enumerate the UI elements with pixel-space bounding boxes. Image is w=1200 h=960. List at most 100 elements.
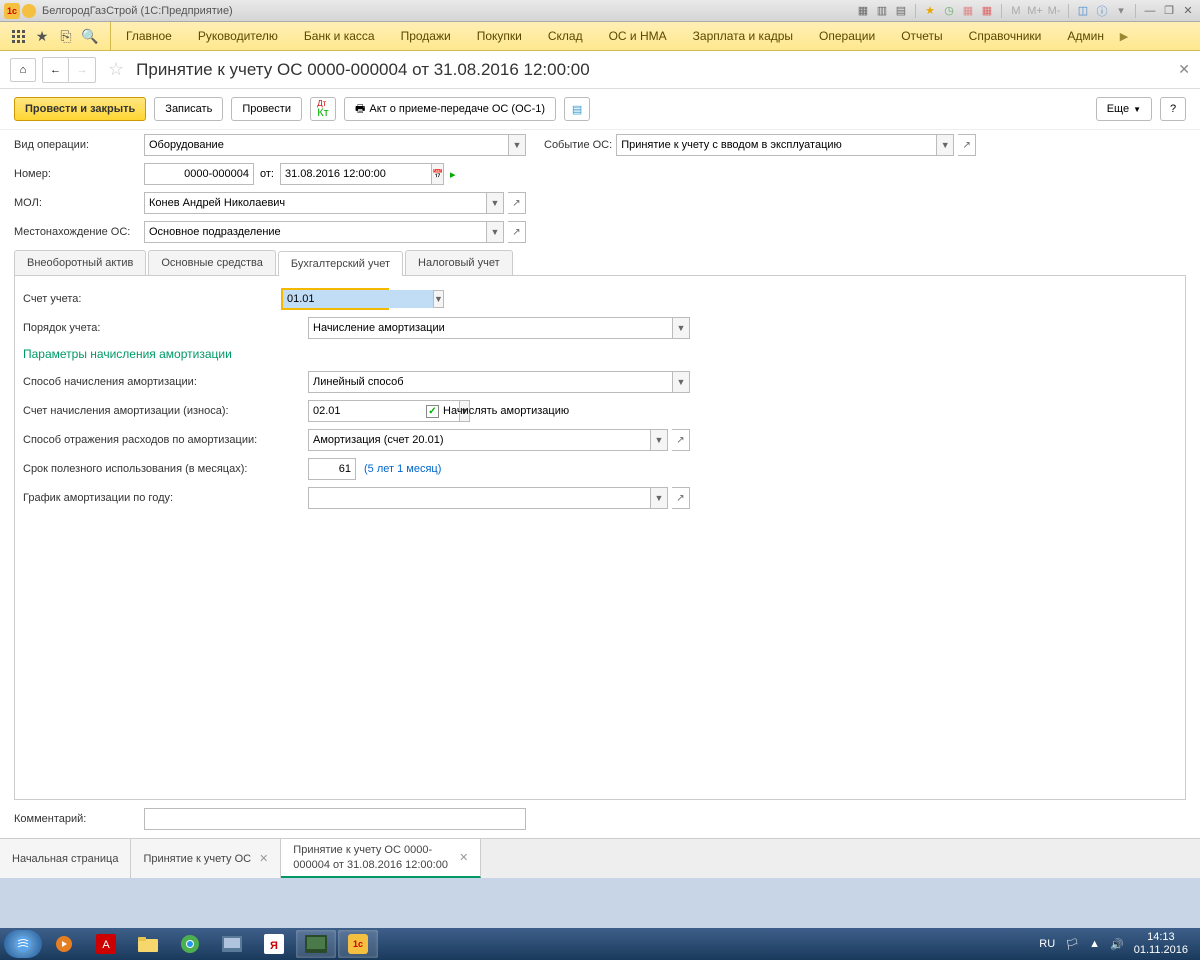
mem-mminus[interactable]: M- xyxy=(1046,3,1062,19)
taskbar-1c[interactable]: 1c xyxy=(338,930,378,958)
star-icon[interactable]: ★ xyxy=(30,24,54,48)
start-button[interactable] xyxy=(4,930,42,958)
order-field[interactable]: ▼ xyxy=(308,317,690,339)
tab-os[interactable]: Основные средства xyxy=(148,250,276,275)
taskbar-app1[interactable] xyxy=(212,930,252,958)
mem-mplus[interactable]: M+ xyxy=(1027,3,1043,19)
date-input[interactable] xyxy=(280,163,431,185)
refl-input[interactable] xyxy=(308,429,650,451)
op-type-input[interactable] xyxy=(144,134,508,156)
minimize-icon[interactable]: — xyxy=(1142,3,1158,19)
mol-dd-icon[interactable]: ▼ xyxy=(486,192,504,214)
comment-input[interactable] xyxy=(144,808,526,830)
tab-asset[interactable]: Внеоборотный актив xyxy=(14,250,146,275)
act-button[interactable]: 🖶Акт о приеме-передаче ОС (ОС-1) xyxy=(344,97,556,121)
method-dd-icon[interactable]: ▼ xyxy=(672,371,690,393)
useful-input[interactable] xyxy=(308,458,356,480)
event-field[interactable]: ▼ ↗ xyxy=(616,134,976,156)
date-field[interactable]: 📅 xyxy=(280,163,440,185)
info-icon[interactable]: ⓘ xyxy=(1094,3,1110,19)
event-open-icon[interactable]: ↗ xyxy=(958,134,976,156)
menu-catalogs[interactable]: Справочники xyxy=(956,22,1055,50)
refl-dd-icon[interactable]: ▼ xyxy=(650,429,668,451)
search-icon[interactable]: 🔍 xyxy=(78,24,102,48)
taskbar-app2[interactable] xyxy=(296,930,336,958)
account-dd-icon[interactable]: ▼ xyxy=(433,290,444,308)
menu-operations[interactable]: Операции xyxy=(806,22,888,50)
menu-purchases[interactable]: Покупки xyxy=(464,22,535,50)
sched-open-icon[interactable]: ↗ xyxy=(672,487,690,509)
mol-open-icon[interactable]: ↗ xyxy=(508,192,526,214)
menu-scroll-right-icon[interactable]: ▶ xyxy=(1117,30,1131,43)
event-dd-icon[interactable]: ▼ xyxy=(936,134,954,156)
mem-m[interactable]: M xyxy=(1008,3,1024,19)
apps-icon[interactable] xyxy=(6,24,30,48)
btab-close-icon[interactable]: ✕ xyxy=(459,851,468,864)
taskbar-chrome[interactable] xyxy=(170,930,210,958)
taskbar-explorer[interactable] xyxy=(128,930,168,958)
num-input[interactable] xyxy=(144,163,254,185)
favorite-icon[interactable]: ★ xyxy=(922,3,938,19)
dt-kt-button[interactable]: ДтКт xyxy=(310,97,336,121)
btab-doc1[interactable]: Принятие к учету ОС✕ xyxy=(131,839,281,878)
menu-bank[interactable]: Банк и касса xyxy=(291,22,388,50)
btab-close-icon[interactable]: ✕ xyxy=(259,852,268,865)
btab-doc2[interactable]: Принятие к учету ОС 0000-000004 от 31.08… xyxy=(281,839,481,878)
method-input[interactable] xyxy=(308,371,672,393)
mol-field[interactable]: ▼ ↗ xyxy=(144,192,526,214)
home-button[interactable]: ⌂ xyxy=(10,58,36,82)
btab-start[interactable]: Начальная страница xyxy=(0,839,131,878)
history-icon[interactable]: ◷ xyxy=(941,3,957,19)
loc-open-icon[interactable]: ↗ xyxy=(508,221,526,243)
op-type-field[interactable]: ▼ xyxy=(144,134,526,156)
depr-checkbox[interactable]: ✓ Начислять амортизацию xyxy=(426,405,569,418)
tray-clock[interactable]: 14:13 01.11.2016 xyxy=(1134,931,1188,957)
save-button[interactable]: Записать xyxy=(154,97,223,121)
account-input[interactable] xyxy=(283,290,433,308)
favorite-toggle-icon[interactable]: ☆ xyxy=(108,59,124,80)
menu-supervisor[interactable]: Руководителю xyxy=(185,22,291,50)
tray-flag-icon[interactable]: 🏳 xyxy=(1065,938,1079,951)
refl-field[interactable]: ▼ ↗ xyxy=(308,429,690,451)
loc-field[interactable]: ▼ ↗ xyxy=(144,221,526,243)
tray-chevron-icon[interactable]: ▲ xyxy=(1089,938,1100,950)
app-dropdown-icon[interactable] xyxy=(22,4,36,18)
sched-input[interactable] xyxy=(308,487,650,509)
submit-close-button[interactable]: Провести и закрыть xyxy=(14,97,146,121)
menu-sales[interactable]: Продажи xyxy=(388,22,464,50)
dropdown-icon[interactable]: ▾ xyxy=(1113,3,1129,19)
panel3-icon[interactable]: ▤ xyxy=(893,3,909,19)
menu-salary[interactable]: Зарплата и кадры xyxy=(680,22,806,50)
depr-acc-field[interactable]: ▼ xyxy=(308,400,416,422)
menu-warehouse[interactable]: Склад xyxy=(535,22,596,50)
panel2-icon[interactable]: ▥ xyxy=(874,3,890,19)
menu-main[interactable]: Главное xyxy=(113,22,185,50)
post-button[interactable]: Провести xyxy=(231,97,302,121)
event-input[interactable] xyxy=(616,134,936,156)
account-field[interactable]: ▼ xyxy=(281,288,389,310)
loc-input[interactable] xyxy=(144,221,486,243)
attachment-button[interactable]: ▤ xyxy=(564,97,590,121)
tray-volume-icon[interactable]: 🔊 xyxy=(1110,938,1124,951)
page-close-icon[interactable]: ✕ xyxy=(1178,61,1190,78)
more-button[interactable]: Еще▼ xyxy=(1096,97,1152,121)
tray-lang[interactable]: RU xyxy=(1039,938,1055,950)
order-dd-icon[interactable]: ▼ xyxy=(672,317,690,339)
close-icon[interactable]: ✕ xyxy=(1180,3,1196,19)
calendar-icon[interactable]: 📅 xyxy=(431,163,444,185)
taskbar-adobe[interactable]: A xyxy=(86,930,126,958)
calendar-icon[interactable]: ▦ xyxy=(979,3,995,19)
order-input[interactable] xyxy=(308,317,672,339)
taskbar-yandex[interactable]: Я xyxy=(254,930,294,958)
panel1-icon[interactable]: ▦ xyxy=(855,3,871,19)
method-field[interactable]: ▼ xyxy=(308,371,690,393)
sched-dd-icon[interactable]: ▼ xyxy=(650,487,668,509)
clipboard-icon[interactable]: ⎘ xyxy=(54,24,78,48)
tab-tax[interactable]: Налоговый учет xyxy=(405,250,513,275)
back-button[interactable]: ← xyxy=(43,58,69,82)
menu-reports[interactable]: Отчеты xyxy=(888,22,955,50)
help-button[interactable]: ? xyxy=(1160,97,1186,121)
loc-dd-icon[interactable]: ▼ xyxy=(486,221,504,243)
tab-accounting[interactable]: Бухгалтерский учет xyxy=(278,251,403,276)
taskbar-media[interactable] xyxy=(44,930,84,958)
